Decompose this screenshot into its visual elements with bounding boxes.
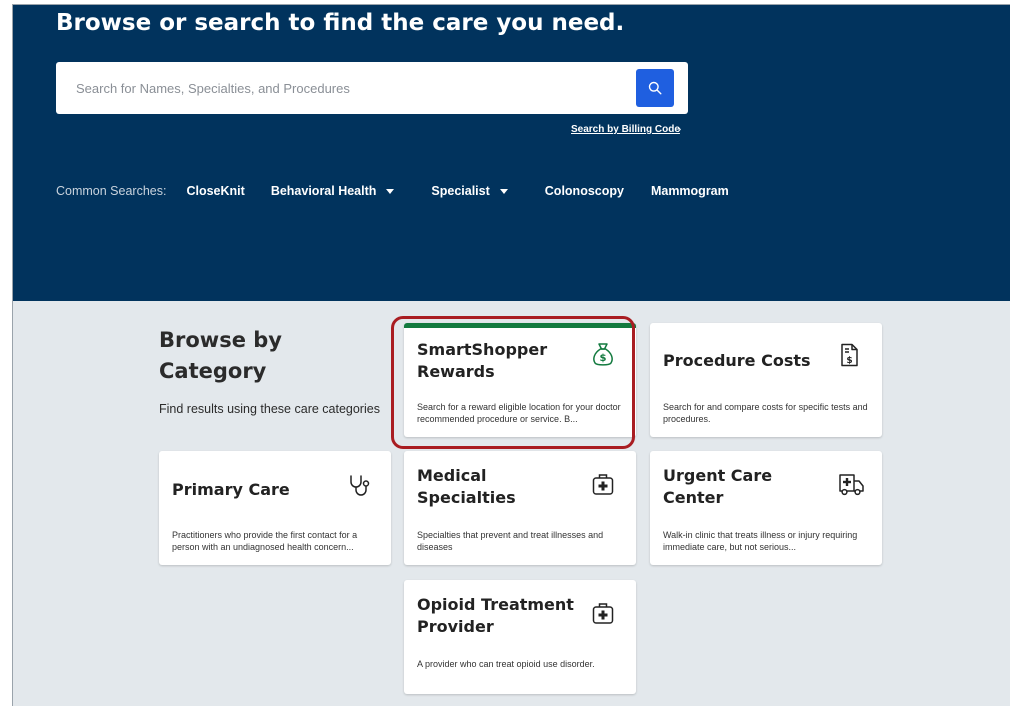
search-bar (56, 62, 688, 114)
billing-document-icon: $ (841, 343, 858, 367)
category-card-primary-care[interactable]: Primary Care Practitioners who provide t… (159, 451, 391, 565)
card-accent-bar (404, 323, 636, 328)
card-title: Urgent Care Center (663, 466, 773, 507)
common-search-label: Colonoscopy (544, 184, 624, 198)
category-card-opioid-treatment-provider[interactable]: Opioid Treatment Provider A provider who… (404, 580, 636, 694)
card-title: Opioid Treatment Provider (417, 595, 574, 636)
common-search-label: Behavioral Health (270, 184, 377, 198)
stethoscope-icon (350, 475, 370, 496)
chevron-down-icon (499, 188, 508, 194)
browser-viewport: Browse or search to find the care you ne… (12, 4, 1010, 706)
svg-text:$: $ (846, 356, 852, 366)
card-title: Primary Care (172, 480, 290, 499)
common-search-mammogram[interactable]: Mammogram (651, 184, 729, 198)
search-button[interactable] (636, 69, 674, 107)
category-card-smartshopper-rewards[interactable]: SmartShopper Rewards $ Search for a rewa… (404, 323, 636, 437)
card-description: Search for a reward eligible location fo… (417, 402, 621, 424)
card-title: Procedure Costs (663, 351, 811, 370)
money-bag-icon: $ (593, 343, 613, 366)
browse-subtitle: Find results using these care categories (159, 402, 380, 416)
common-searches: Common Searches: CloseKnit Behavioral He… (56, 181, 729, 201)
card-description: Walk-in clinic that treats illness or in… (663, 530, 858, 552)
category-card-procedure-costs[interactable]: Procedure Costs $ Search for and compare… (650, 323, 882, 437)
common-search-behavioral-health[interactable]: Behavioral Health (271, 184, 395, 198)
common-search-colonoscopy[interactable]: Colonoscopy (545, 184, 624, 198)
common-search-label: Specialist (431, 184, 490, 198)
card-title: SmartShopper Rewards (417, 340, 548, 381)
page-title: Browse or search to find the care you ne… (56, 10, 625, 36)
chevron-down-icon (386, 188, 395, 194)
common-search-specialist[interactable]: Specialist (431, 184, 508, 198)
medical-kit-icon (592, 603, 614, 624)
category-card-medical-specialties[interactable]: Medical Specialties Specialties that pre… (404, 451, 636, 565)
card-description: Practitioners who provide the first cont… (172, 530, 358, 552)
common-searches-label: Common Searches: (56, 184, 167, 198)
browse-heading: Browse by Category (159, 328, 282, 383)
category-card-urgent-care-center[interactable]: Urgent Care Center Walk-in clinic that t… (650, 451, 882, 565)
common-search-closeknit[interactable]: CloseKnit (186, 184, 244, 198)
common-search-label: Mammogram (650, 184, 729, 198)
chevron-right-icon: › (677, 121, 682, 136)
svg-text:$: $ (600, 353, 607, 364)
card-description: Specialties that prevent and treat illne… (417, 530, 604, 552)
medical-kit-icon (592, 474, 614, 495)
search-by-billing-code-link[interactable]: Search by Billing Code (571, 124, 680, 135)
common-search-label: CloseKnit (186, 184, 245, 198)
ambulance-icon (839, 474, 864, 496)
card-title: Medical Specialties (417, 466, 516, 507)
search-input[interactable] (70, 62, 622, 114)
search-icon (648, 81, 662, 95)
hero-banner: Browse or search to find the care you ne… (13, 5, 1010, 301)
card-description: Search for and compare costs for specifi… (663, 402, 868, 424)
card-description: A provider who can treat opioid use diso… (417, 659, 595, 669)
